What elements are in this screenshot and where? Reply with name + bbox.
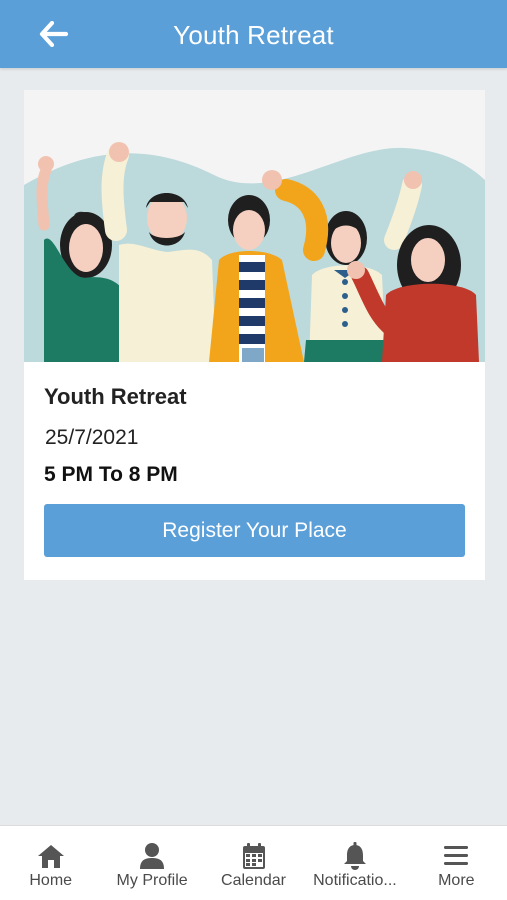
event-image <box>24 90 485 362</box>
arrow-left-icon <box>39 21 69 47</box>
event-card: Youth Retreat 25/7/2021 5 PM To 8 PM Reg… <box>24 90 485 580</box>
back-button[interactable] <box>36 16 72 52</box>
nav-item-notifications[interactable]: Notificatio... <box>304 826 405 900</box>
event-time: 5 PM To 8 PM <box>44 463 178 486</box>
nav-item-more[interactable]: More <box>406 826 507 900</box>
menu-icon <box>441 841 471 871</box>
calendar-icon <box>239 841 269 871</box>
nav-item-calendar[interactable]: Calendar <box>203 826 304 900</box>
user-icon <box>137 841 167 871</box>
page-title: Youth Retreat <box>173 19 334 50</box>
nav-label-more: More <box>438 872 475 889</box>
nav-label-notifications: Notificatio... <box>313 872 397 889</box>
nav-item-my-profile[interactable]: My Profile <box>101 826 202 900</box>
bottom-navigation: Home My Profile Calendar Notificatio... … <box>0 825 507 900</box>
app-bar: Youth Retreat <box>0 0 507 68</box>
bell-icon <box>340 841 370 871</box>
nav-label-home: Home <box>29 872 73 889</box>
nav-item-home[interactable]: Home <box>0 826 101 900</box>
home-icon <box>36 841 66 871</box>
nav-label-my-profile: My Profile <box>116 872 188 889</box>
event-title: Youth Retreat <box>44 384 187 409</box>
register-button[interactable]: Register Your Place <box>44 504 465 557</box>
event-date: 25/7/2021 <box>45 426 139 449</box>
nav-label-calendar: Calendar <box>221 872 286 889</box>
